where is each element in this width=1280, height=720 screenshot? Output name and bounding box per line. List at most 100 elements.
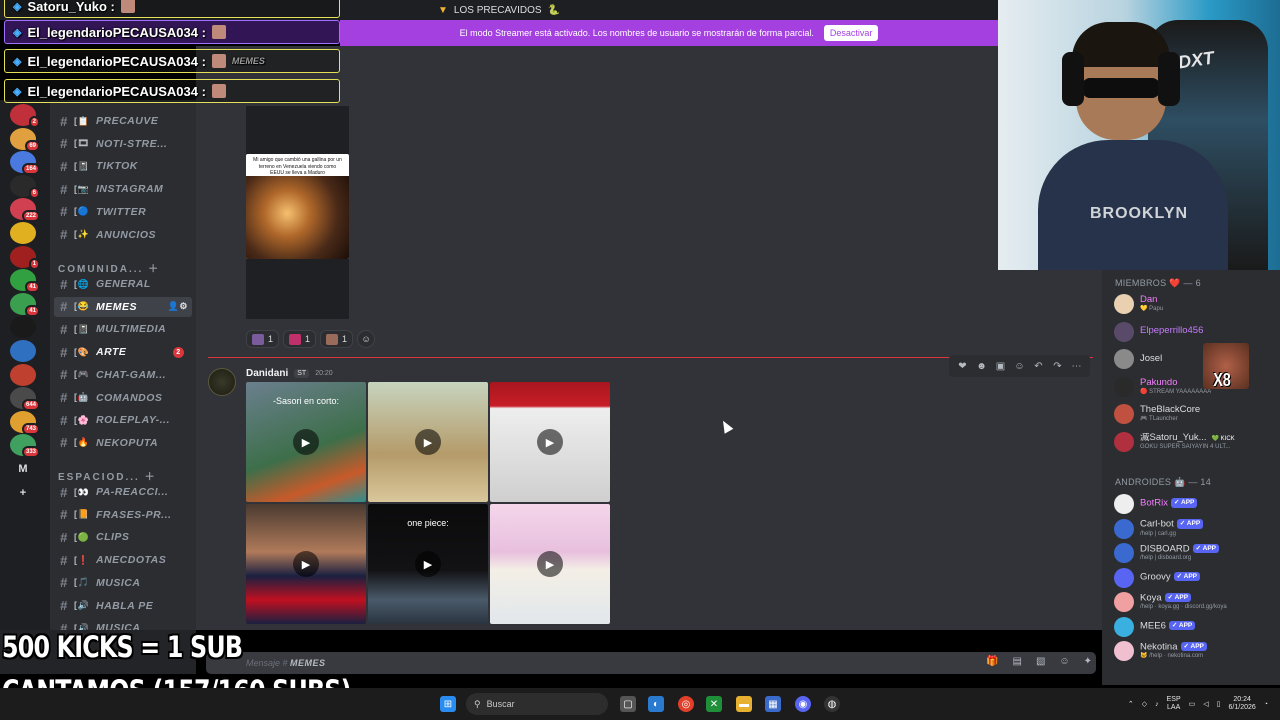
emoji-icon[interactable]: ☺: [1059, 656, 1069, 667]
channel-precauve[interactable]: # [📋 PRECAUVE: [54, 111, 192, 131]
channel-clips[interactable]: # [🟢 CLIPS: [54, 527, 192, 547]
video-tile[interactable]: ▶: [368, 382, 488, 502]
reaction-2[interactable]: 1: [283, 330, 317, 348]
category-comunidad[interactable]: COMUNIDA... ＋: [58, 260, 160, 275]
taskbar-search[interactable]: ⚲ Buscar: [466, 693, 608, 715]
channel-general[interactable]: # [🌐 GENERAL: [54, 274, 192, 294]
clock[interactable]: 20:24 6/1/2026: [1229, 696, 1256, 713]
bot-member[interactable]: MEE6 ✓ APP: [1114, 616, 1274, 638]
channel-chat-gam[interactable]: # [🎮 CHAT-GAM...: [54, 365, 192, 385]
server-icon[interactable]: 41: [10, 292, 40, 317]
wifi-icon[interactable]: ▭: [1189, 700, 1196, 708]
channel-anecdotas[interactable]: # [❗ ANECDOTAS: [54, 550, 192, 570]
message-input[interactable]: Mensaje # MEMES: [206, 652, 1096, 674]
avatar[interactable]: [208, 368, 236, 396]
disable-streamer-mode-button[interactable]: Desactivar: [823, 25, 879, 41]
obs-icon[interactable]: ◍: [824, 696, 840, 712]
reaction-3[interactable]: 1: [320, 330, 354, 348]
channel-pa-reacci[interactable]: # [👀 PA-REACCI...: [54, 482, 192, 502]
bot-member[interactable]: Carl-bot ✓ APP/help | carl.gg: [1114, 518, 1274, 540]
channel-anuncios[interactable]: # [✨ ANUNCIOS: [54, 225, 192, 245]
more-icon[interactable]: ⋯: [1069, 361, 1084, 372]
battery-icon[interactable]: ▯: [1217, 700, 1221, 708]
channel-memes[interactable]: # [😂 MEMES 👤⚙: [54, 296, 192, 317]
channel-arte[interactable]: # [🎨 ARTE 2: [54, 342, 192, 362]
channel-roleplay[interactable]: # [🌸 ROLEPLAY-...: [54, 410, 192, 430]
play-icon[interactable]: ▶: [293, 429, 319, 455]
server-icon[interactable]: [10, 340, 36, 362]
server-icon[interactable]: 164: [10, 151, 40, 176]
channel-musica[interactable]: # [🎵 MUSICA: [54, 573, 192, 593]
gif-icon[interactable]: ▤: [1012, 656, 1021, 667]
windows-start-icon[interactable]: ⊞: [440, 696, 456, 712]
video-tile[interactable]: ▶: [490, 504, 610, 624]
copilot-icon[interactable]: ◐: [648, 696, 664, 712]
member[interactable]: Josel: [1114, 348, 1274, 370]
bot-member[interactable]: BotRix ✓ APP: [1114, 493, 1274, 515]
meme-image[interactable]: Mi amigo que cambió una gallina por un t…: [246, 154, 349, 259]
quick-reaction-icon[interactable]: ☻: [974, 361, 989, 372]
channel-instagram[interactable]: # [📷 INSTAGRAM: [54, 179, 192, 199]
server-icon[interactable]: 333: [10, 434, 40, 459]
channel-tiktok[interactable]: # [📓 TIKTOK: [54, 156, 192, 176]
channel-comandos[interactable]: # [🤖 COMANDOS: [54, 388, 192, 408]
server-icon[interactable]: 2: [10, 104, 40, 128]
excel-icon[interactable]: ✕: [706, 696, 722, 712]
add-reaction-button[interactable]: ☺: [357, 330, 376, 348]
video-tile[interactable]: -Sasori en corto: ▶: [246, 382, 366, 502]
forward-icon[interactable]: ↷: [1050, 361, 1065, 372]
server-icon[interactable]: +: [10, 481, 36, 504]
tray-chevron-icon[interactable]: ⌃: [1128, 700, 1134, 708]
volume-icon[interactable]: ◁: [1203, 700, 1208, 708]
server-icon[interactable]: 644: [10, 387, 40, 412]
play-icon[interactable]: ▶: [415, 551, 441, 577]
channel-musica[interactable]: # [🔊 MUSICA: [54, 618, 192, 630]
play-icon[interactable]: ▶: [537, 429, 563, 455]
mic-icon[interactable]: ♪: [1155, 701, 1159, 708]
discord-icon[interactable]: ◉: [795, 696, 811, 712]
member[interactable]: 滅Satoru_Yuk... 💚 KICK GOKU SUPER SAIYAYIN …: [1114, 431, 1274, 453]
apps-icon[interactable]: ✦: [1084, 656, 1092, 667]
channel-multimedia[interactable]: # [📓 MULTIMEDIA: [54, 319, 192, 339]
channel-settings-icon[interactable]: 👤⚙: [168, 301, 188, 312]
reply-icon[interactable]: ↶: [1031, 361, 1046, 372]
language-indicator[interactable]: ESP LAA: [1167, 696, 1181, 713]
member[interactable]: Pakundo 🔴 STREAM YAAAAAAAA: [1114, 376, 1274, 398]
member[interactable]: Dan 💛 Papu: [1114, 293, 1274, 315]
server-icon[interactable]: [10, 363, 36, 386]
channel-habla-pe[interactable]: # [🔊 HABLA PE: [54, 596, 192, 616]
gift-icon[interactable]: 🎁: [986, 656, 998, 667]
channel-noti-stre[interactable]: # [🎞 NOTI-STRE...: [54, 134, 192, 154]
member[interactable]: TheBlackCore 🎮 TLauncher: [1114, 403, 1274, 425]
server-icon[interactable]: [10, 316, 36, 339]
bot-member[interactable]: DISBOARD ✓ APP/help | disboard.org: [1114, 542, 1274, 564]
add-reaction-icon[interactable]: ☺: [1012, 361, 1027, 372]
server-icon[interactable]: 69: [10, 127, 40, 152]
video-tile[interactable]: one piece: ▶: [368, 504, 488, 624]
chrome-icon[interactable]: ◎: [678, 696, 694, 712]
category-espacio[interactable]: ESPACIOD... ＋: [58, 468, 157, 483]
channel-frases-pr[interactable]: # [📙 FRASES-PR...: [54, 505, 192, 525]
task-view-icon[interactable]: ▢: [620, 696, 636, 712]
bot-member[interactable]: Nekotina ✓ APP 🐱 /help · nekotina.com: [1114, 640, 1274, 662]
member[interactable]: Elpeperrillo456: [1114, 321, 1274, 343]
server-icon[interactable]: [10, 222, 36, 244]
channel-twitter[interactable]: # [🔵 TWITTER: [54, 202, 192, 222]
play-icon[interactable]: ▶: [293, 551, 319, 577]
video-tile[interactable]: ▶: [246, 504, 366, 624]
sticker-icon[interactable]: ▧: [1036, 656, 1045, 667]
server-icon[interactable]: 41: [10, 269, 40, 294]
app-icon[interactable]: ▣: [993, 361, 1008, 372]
reaction-1[interactable]: 1: [246, 330, 280, 348]
server-icon[interactable]: 6: [10, 174, 40, 199]
file-explorer-icon[interactable]: ▬: [736, 696, 752, 712]
server-icon[interactable]: M: [10, 458, 36, 480]
notification-icon[interactable]: ◔: [1264, 701, 1268, 708]
server-tag[interactable]: ST: [294, 369, 310, 378]
play-icon[interactable]: ▶: [537, 551, 563, 577]
video-tile[interactable]: ▶: [490, 382, 610, 502]
bot-member[interactable]: Koya ✓ APP/help · koya.gg · discord.gg/ko…: [1114, 591, 1274, 613]
server-icon[interactable]: 222: [10, 198, 40, 223]
channel-nekoputa[interactable]: # [🔥 NEKOPUTA: [54, 433, 192, 453]
store-icon[interactable]: ▦: [765, 696, 781, 712]
